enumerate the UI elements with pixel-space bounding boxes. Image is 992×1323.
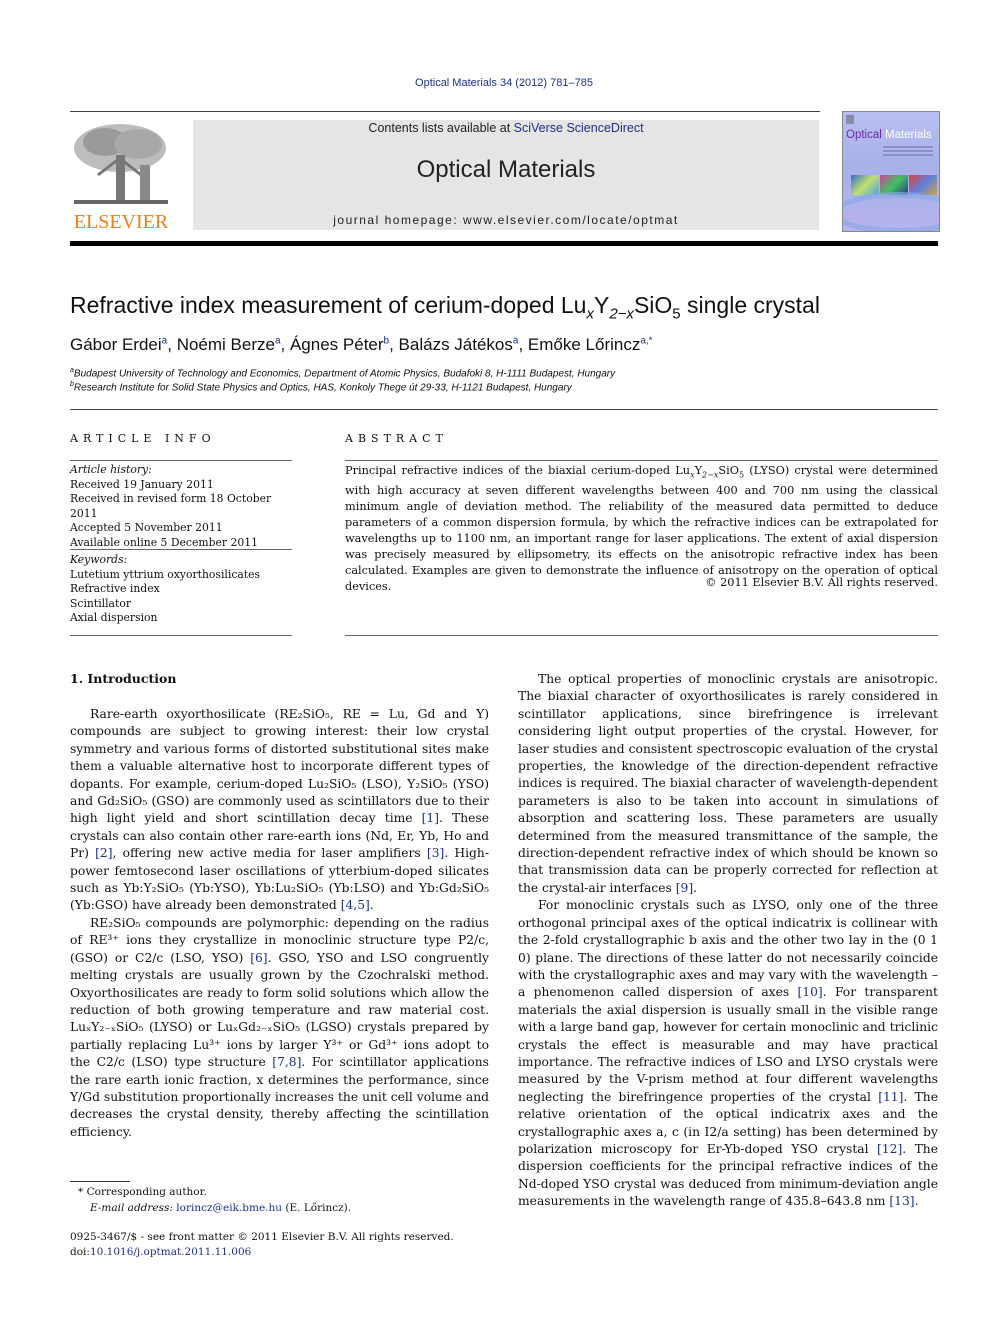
journal-cover-thumbnail[interactable]: Optical Materials bbox=[842, 111, 940, 232]
citation-link[interactable]: [4,5] bbox=[341, 898, 370, 912]
author-name[interactable]: Balázs Játékos bbox=[399, 335, 513, 354]
history-label: Article history: bbox=[70, 463, 152, 476]
article-title: Refractive index measurement of cerium-d… bbox=[70, 292, 820, 323]
footnote-divider bbox=[70, 1181, 130, 1182]
keywords-label: Keywords: bbox=[70, 553, 128, 566]
body-column-left: Rare-earth oxyorthosilicate (RE₂SiO₅, RE… bbox=[70, 706, 489, 1141]
citation-link[interactable]: [9] bbox=[676, 881, 693, 895]
contents-prefix: Contents lists available at bbox=[368, 121, 514, 135]
keyword: Refractive index bbox=[70, 582, 160, 595]
article-info-heading: ARTICLE INFO bbox=[70, 432, 216, 445]
header-divider bbox=[70, 111, 820, 112]
abstract-heading: ABSTRACT bbox=[345, 432, 448, 445]
asterisk-mark: * bbox=[78, 1186, 84, 1198]
body-column-right: The optical properties of monoclinic cry… bbox=[518, 671, 938, 1211]
citation-link[interactable]: [10] bbox=[797, 985, 822, 999]
author-name[interactable]: Noémi Berze bbox=[177, 335, 275, 354]
citation-link[interactable]: [3] bbox=[427, 846, 444, 860]
divider bbox=[70, 635, 292, 636]
header-thick-divider bbox=[70, 241, 938, 246]
affiliation-mark[interactable]: b bbox=[384, 335, 390, 346]
keywords: Keywords: Lutetium yttrium oxyorthosilic… bbox=[70, 553, 292, 626]
journal-homepage-link[interactable]: journal homepage: www.elsevier.com/locat… bbox=[193, 213, 819, 227]
cover-swirl bbox=[843, 192, 939, 231]
abstract-copyright: © 2011 Elsevier B.V. All rights reserved… bbox=[705, 576, 938, 589]
affiliation-mark[interactable]: a,* bbox=[640, 335, 652, 346]
paragraph: Rare-earth oxyorthosilicate (RE₂SiO₅, RE… bbox=[70, 707, 490, 913]
divider bbox=[345, 460, 938, 461]
journal-title: Optical Materials bbox=[416, 156, 596, 183]
keyword: Scintillator bbox=[70, 596, 131, 610]
citation-link[interactable]: [12] bbox=[877, 1142, 902, 1156]
doi-link[interactable]: 10.1016/j.optmat.2011.11.006 bbox=[90, 1246, 251, 1258]
cover-title: Optical Materials bbox=[846, 129, 932, 141]
affiliation-mark[interactable]: a bbox=[162, 335, 168, 346]
paragraph: For monoclinic crystals such as LYSO, on… bbox=[518, 898, 939, 1209]
divider bbox=[70, 409, 938, 410]
corresponding-label: Corresponding author. bbox=[86, 1186, 207, 1198]
affiliation-b: bResearch Institute for Solid State Phys… bbox=[70, 381, 572, 394]
corresponding-author-footnote: * Corresponding author. E-mail address: … bbox=[70, 1185, 351, 1216]
doi-label: doi: bbox=[70, 1246, 90, 1258]
issn-line: 0925-3467/$ - see front matter © 2011 El… bbox=[70, 1231, 454, 1243]
citation-link[interactable]: [6] bbox=[250, 951, 267, 965]
section-heading-introduction: 1. Introduction bbox=[70, 671, 177, 686]
history-item: Accepted 5 November 2011 bbox=[70, 521, 223, 534]
citation-link[interactable]: [11] bbox=[878, 1090, 903, 1104]
divider bbox=[345, 635, 938, 636]
elsevier-wordmark[interactable]: ELSEVIER bbox=[70, 211, 172, 234]
affiliation-a: aBudapest University of Technology and E… bbox=[70, 367, 616, 380]
journal-citation-link[interactable]: Optical Materials 34 (2012) 781–785 bbox=[0, 77, 992, 89]
author-name[interactable]: Gábor Erdei bbox=[70, 335, 162, 354]
paragraph: The optical properties of monoclinic cry… bbox=[518, 672, 938, 895]
citation-link[interactable]: [7,8] bbox=[272, 1055, 301, 1069]
author-list: Gábor Erdeia, Noémi Berzea, Ágnes Péterb… bbox=[70, 335, 653, 354]
history-item: Received in revised form 18 October 2011 bbox=[70, 492, 272, 520]
author-name[interactable]: Emőke Lőrincz bbox=[528, 335, 640, 354]
email-link[interactable]: lorincz@eik.bme.hu bbox=[176, 1202, 282, 1214]
article-history: Article history: Received 19 January 201… bbox=[70, 463, 292, 550]
author-name[interactable]: Ágnes Péter bbox=[290, 335, 384, 354]
issn-doi-block: 0925-3467/$ - see front matter © 2011 El… bbox=[70, 1230, 454, 1260]
journal-banner: Contents lists available at SciVerse Sci… bbox=[193, 120, 819, 230]
affiliation-mark[interactable]: a bbox=[513, 335, 519, 346]
contents-line: Contents lists available at SciVerse Sci… bbox=[193, 121, 819, 135]
affiliation-mark[interactable]: a bbox=[275, 335, 281, 346]
history-item: Received 19 January 2011 bbox=[70, 477, 214, 491]
cover-logo-icon bbox=[846, 115, 854, 124]
cover-subtitle-lines bbox=[883, 146, 933, 158]
paragraph: RE₂SiO₅ compounds are polymorphic: depen… bbox=[70, 915, 489, 1139]
citation-link[interactable]: [1] bbox=[422, 811, 439, 825]
history-item: Available online 5 December 2011 bbox=[70, 535, 258, 549]
email-label: E-mail address: bbox=[90, 1201, 177, 1214]
keyword: Axial dispersion bbox=[70, 611, 158, 624]
divider bbox=[70, 549, 292, 550]
tree-icon bbox=[74, 124, 168, 204]
keyword: Lutetium yttrium oxyorthosilicates bbox=[70, 567, 261, 581]
citation-link[interactable]: [2] bbox=[95, 846, 112, 860]
cover-image bbox=[851, 175, 879, 195]
citation-link[interactable]: [13] bbox=[889, 1194, 914, 1208]
divider bbox=[70, 460, 292, 461]
email-suffix: (E. Lőrincz). bbox=[282, 1201, 352, 1214]
sciencedirect-link[interactable]: SciVerse ScienceDirect bbox=[514, 121, 644, 135]
